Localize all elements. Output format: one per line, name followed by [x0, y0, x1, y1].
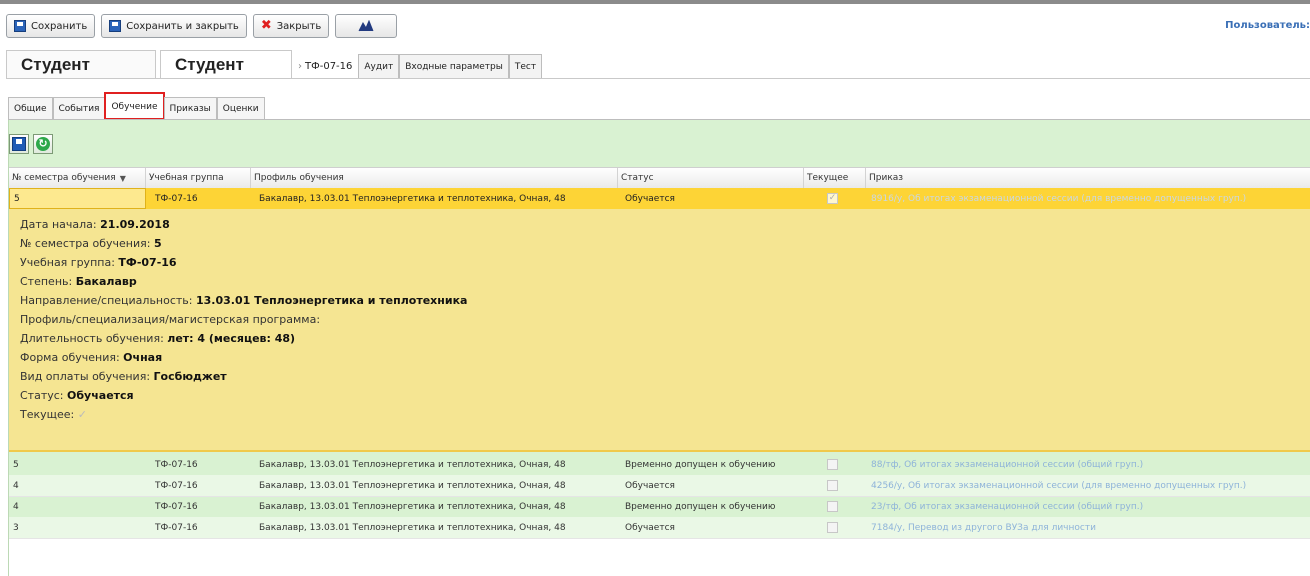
cell-profile: Бакалавр, 13.03.01 Теплоэнергетика и теп… — [259, 522, 566, 533]
cell-status: Временно допущен к обучению — [625, 459, 776, 470]
chart-button[interactable] — [335, 14, 398, 38]
cell-status: Обучается — [625, 480, 675, 491]
column-header-label: № семестра обучения — [12, 173, 116, 183]
cell-order-link[interactable]: 8916/у, Об итогах экзаменационной сессии… — [867, 188, 1310, 209]
cell-group: ТФ-07-16 — [155, 501, 198, 512]
floppy-disk-icon — [109, 20, 122, 32]
cell-group: ТФ-07-16 — [155, 480, 198, 491]
check-icon: ✓ — [77, 408, 87, 421]
column-header-profile[interactable]: Профиль обучения — [251, 168, 618, 188]
column-header-semester[interactable]: № семестра обучения ▼ — [9, 168, 146, 188]
cell-semester[interactable]: 5 — [9, 188, 146, 209]
tab-audit[interactable]: Аудит — [358, 54, 400, 78]
current-checkbox[interactable] — [827, 501, 838, 512]
user-link[interactable]: Пользователь: — [1225, 20, 1310, 31]
detail-status: Статус: Обучается — [20, 389, 134, 402]
grid-refresh-button[interactable]: ↻ — [33, 134, 53, 154]
record-tabs: Студент Студент › ТФ-07-16 Аудит Входные… — [6, 48, 543, 78]
detail-direction: Направление/специальность: 13.03.01 Тепл… — [20, 294, 468, 307]
grid-toolbar: ↻ — [9, 134, 53, 154]
save-button[interactable]: Сохранить — [6, 14, 96, 38]
close-button-label: Закрыть — [276, 20, 322, 32]
cell-semester: 3 — [13, 522, 19, 533]
detail-duration: Длительность обучения: лет: 4 (месяцев: … — [20, 332, 296, 345]
cell-profile: Бакалавр, 13.03.01 Теплоэнергетика и теп… — [259, 480, 566, 491]
column-header-current[interactable]: Текущее — [804, 168, 866, 188]
detail-degree: Степень: Бакалавр — [20, 275, 137, 288]
grid-save-button[interactable] — [9, 134, 29, 154]
chart-icon — [358, 20, 374, 32]
detail-current: Текущее: ✓ — [20, 408, 87, 421]
grid-header: № семестра обучения ▼ Учебная группа Про… — [9, 167, 1310, 189]
table-row[interactable]: 3 ТФ-07-16 Бакалавр, 13.03.01 Теплоэнерг… — [9, 517, 1310, 539]
cell-status: Обучается — [625, 193, 675, 204]
column-header-order[interactable]: Приказ — [866, 168, 1310, 188]
cell-status: Обучается — [625, 522, 675, 533]
cell-group: ТФ-07-16 — [155, 522, 198, 533]
grid-empty-area — [9, 539, 1310, 576]
cell-current[interactable]: ✓ — [823, 188, 853, 209]
group-trail-label: ТФ-07-16 — [305, 60, 353, 72]
tab-test[interactable]: Тест — [508, 54, 543, 78]
section-tabs: Общие События Обучение Приказы Оценки — [8, 92, 265, 120]
table-row[interactable]: 4 ТФ-07-16 Бакалавр, 13.03.01 Теплоэнерг… — [9, 475, 1310, 497]
close-button[interactable]: ✖ Закрыть — [252, 14, 330, 38]
window-top-border — [0, 0, 1310, 4]
tab-student-1[interactable]: Студент — [6, 50, 156, 78]
column-header-group[interactable]: Учебная группа — [146, 168, 251, 188]
detail-start-date: Дата начала: 21.09.2018 — [20, 218, 170, 231]
detail-form: Форма обучения: Очная — [20, 351, 163, 364]
table-row[interactable]: 5 ТФ-07-16 Бакалавр, 13.03.01 Теплоэнерг… — [9, 454, 1310, 476]
column-header-status[interactable]: Статус — [618, 168, 804, 188]
save-and-close-button[interactable]: Сохранить и закрыть — [101, 14, 247, 38]
cell-order-link[interactable]: 7184/у, Перевод из другого ВУЗа для личн… — [867, 517, 1310, 538]
cell-group: ТФ-07-16 — [155, 459, 198, 470]
main-toolbar: Сохранить Сохранить и закрыть ✖ Закрыть — [6, 14, 398, 40]
cell-order-link[interactable]: 23/тф, Об итогах экзаменационной сессии … — [867, 496, 1310, 517]
chevron-right-icon: › — [298, 60, 302, 72]
tab-general[interactable]: Общие — [8, 97, 53, 119]
cell-profile: Бакалавр, 13.03.01 Теплоэнергетика и теп… — [259, 501, 566, 512]
save-button-label: Сохранить — [31, 20, 88, 32]
floppy-disk-icon — [12, 137, 26, 151]
cell-profile: Бакалавр, 13.03.01 Теплоэнергетика и теп… — [259, 459, 566, 470]
tab-grades[interactable]: Оценки — [216, 97, 265, 119]
tab-events[interactable]: События — [52, 97, 106, 119]
cell-order-link[interactable]: 4256/у, Об итогах экзаменационной сессии… — [867, 475, 1310, 496]
cell-order-link[interactable]: 88/тф, Об итогах экзаменационной сессии … — [867, 454, 1310, 475]
detail-payment: Вид оплаты обучения: Госбюджет — [20, 370, 227, 383]
sort-down-icon: ▼ — [119, 173, 126, 183]
current-checkbox[interactable] — [827, 480, 838, 491]
row-detail-panel: Дата начала: 21.09.2018 № семестра обуче… — [9, 209, 1310, 452]
current-checkbox[interactable] — [827, 459, 838, 470]
save-and-close-button-label: Сохранить и закрыть — [126, 20, 239, 32]
cell-semester: 4 — [13, 501, 19, 512]
cell-current[interactable] — [823, 517, 853, 538]
close-icon: ✖ — [260, 18, 272, 33]
cell-semester: 5 — [13, 459, 19, 470]
tab-orders[interactable]: Приказы — [163, 97, 217, 119]
current-checkbox[interactable]: ✓ — [827, 193, 838, 204]
tab-education[interactable]: Обучение — [104, 92, 165, 120]
detail-profile: Профиль/специализация/магистерская прогр… — [20, 313, 321, 326]
detail-semester: № семестра обучения: 5 — [20, 237, 162, 250]
table-row-selected[interactable]: 5 ТФ-07-16 Бакалавр, 13.03.01 Теплоэнерг… — [9, 188, 1310, 210]
cell-current[interactable] — [823, 454, 853, 475]
tab-group-trail[interactable]: › ТФ-07-16 — [296, 54, 358, 78]
floppy-disk-icon — [14, 20, 26, 32]
tab-student-2[interactable]: Студент — [160, 50, 292, 78]
cell-profile: Бакалавр, 13.03.01 Теплоэнергетика и теп… — [259, 193, 566, 204]
refresh-icon: ↻ — [36, 137, 50, 151]
current-checkbox[interactable] — [827, 522, 838, 533]
cell-group: ТФ-07-16 — [155, 193, 198, 204]
table-row[interactable]: 4 ТФ-07-16 Бакалавр, 13.03.01 Теплоэнерг… — [9, 496, 1310, 518]
cell-semester: 4 — [13, 480, 19, 491]
cell-current[interactable] — [823, 496, 853, 517]
cell-current[interactable] — [823, 475, 853, 496]
detail-group: Учебная группа: ТФ-07-16 — [20, 256, 177, 269]
cell-status: Временно допущен к обучению — [625, 501, 776, 512]
tabs-divider — [6, 78, 1310, 79]
tab-input-params[interactable]: Входные параметры — [399, 54, 509, 78]
